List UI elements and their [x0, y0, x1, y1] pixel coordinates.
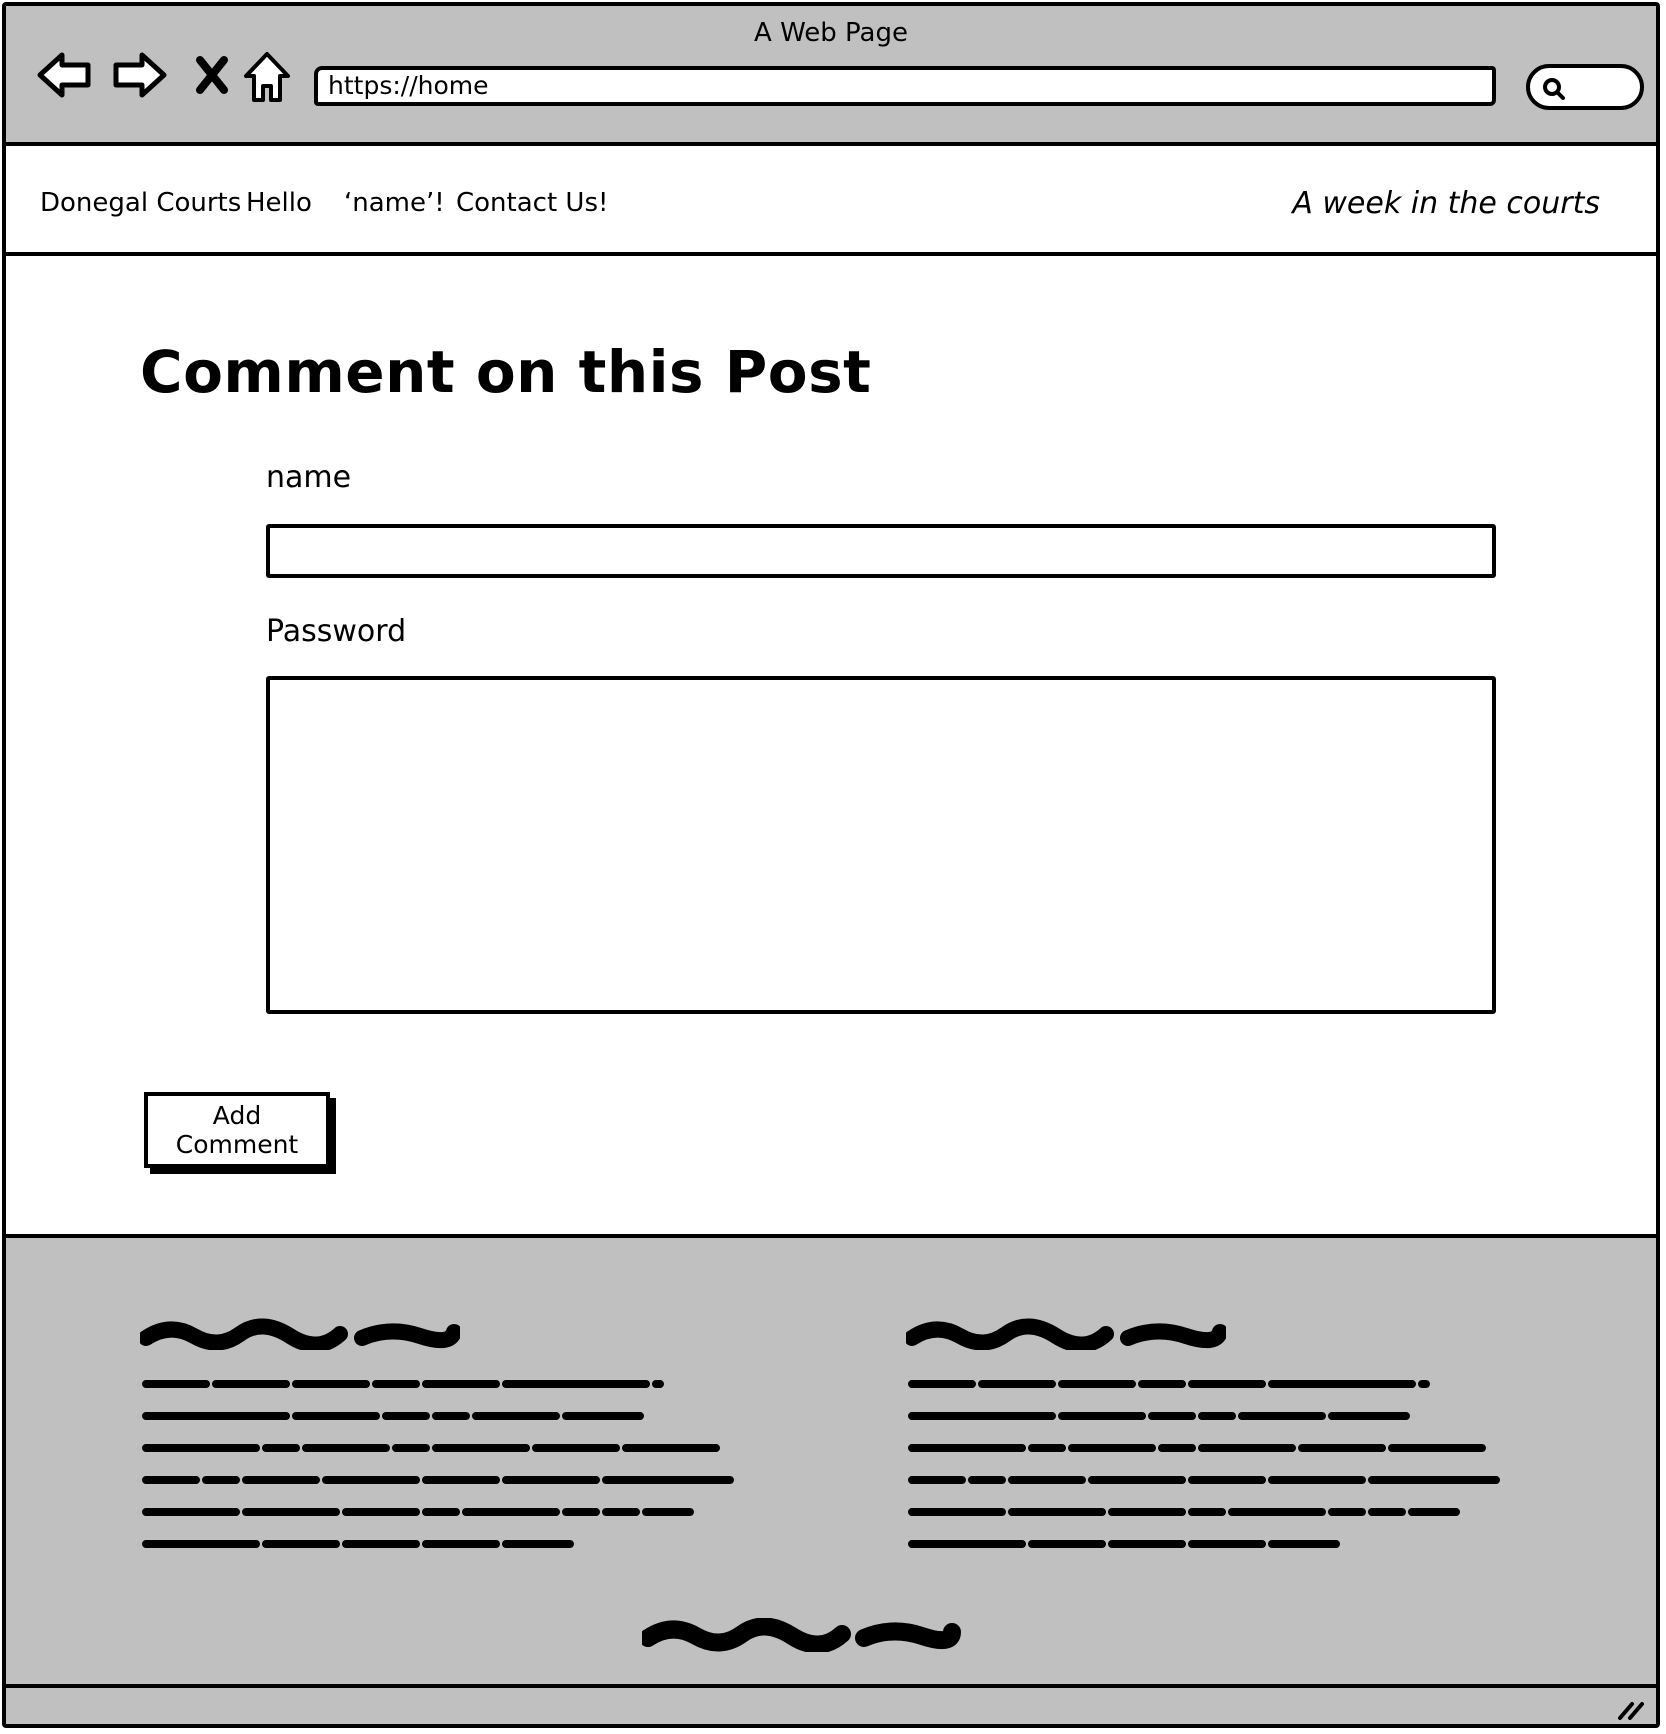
nav-item-hello[interactable]: Hello: [246, 188, 312, 218]
name-label: name: [266, 460, 352, 495]
page-title: Comment on this Post: [140, 338, 872, 406]
back-arrow-icon[interactable]: [36, 50, 94, 100]
comment-textarea[interactable]: [266, 676, 1496, 1014]
footer: [6, 1234, 1656, 1688]
add-comment-button[interactable]: Add Comment: [144, 1092, 330, 1168]
footer-heading-left: [140, 1318, 460, 1350]
search-icon: [1543, 78, 1565, 100]
nav-item-username[interactable]: ‘name’!: [344, 188, 445, 218]
status-bar: [6, 1688, 1656, 1724]
footer-text-left: [142, 1380, 734, 1548]
nav-item-contact-us[interactable]: Contact Us!: [456, 188, 608, 218]
home-icon[interactable]: [242, 50, 292, 106]
browser-toolbar: A Web Page https://home: [6, 6, 1656, 146]
resize-grip-icon[interactable]: [1616, 1696, 1646, 1722]
browser-window: A Web Page https://home Donegal Courts H…: [2, 2, 1660, 1728]
footer-text-right: [908, 1380, 1500, 1548]
footer-heading-right: [906, 1318, 1226, 1350]
window-title: A Web Page: [754, 18, 908, 48]
stop-icon[interactable]: [192, 50, 232, 100]
password-label: Password: [266, 614, 407, 649]
name-input[interactable]: [266, 524, 1496, 578]
address-bar[interactable]: https://home: [314, 66, 1496, 106]
forward-arrow-icon[interactable]: [110, 50, 168, 100]
site-tagline: A week in the courts: [1292, 186, 1600, 221]
site-header: Donegal Courts Hello ‘name’! Contact Us!…: [6, 148, 1656, 256]
footer-bottom-heading: [642, 1618, 961, 1652]
browser-search-field[interactable]: [1526, 64, 1644, 110]
nav-item-donegal-courts[interactable]: Donegal Courts: [40, 188, 241, 218]
